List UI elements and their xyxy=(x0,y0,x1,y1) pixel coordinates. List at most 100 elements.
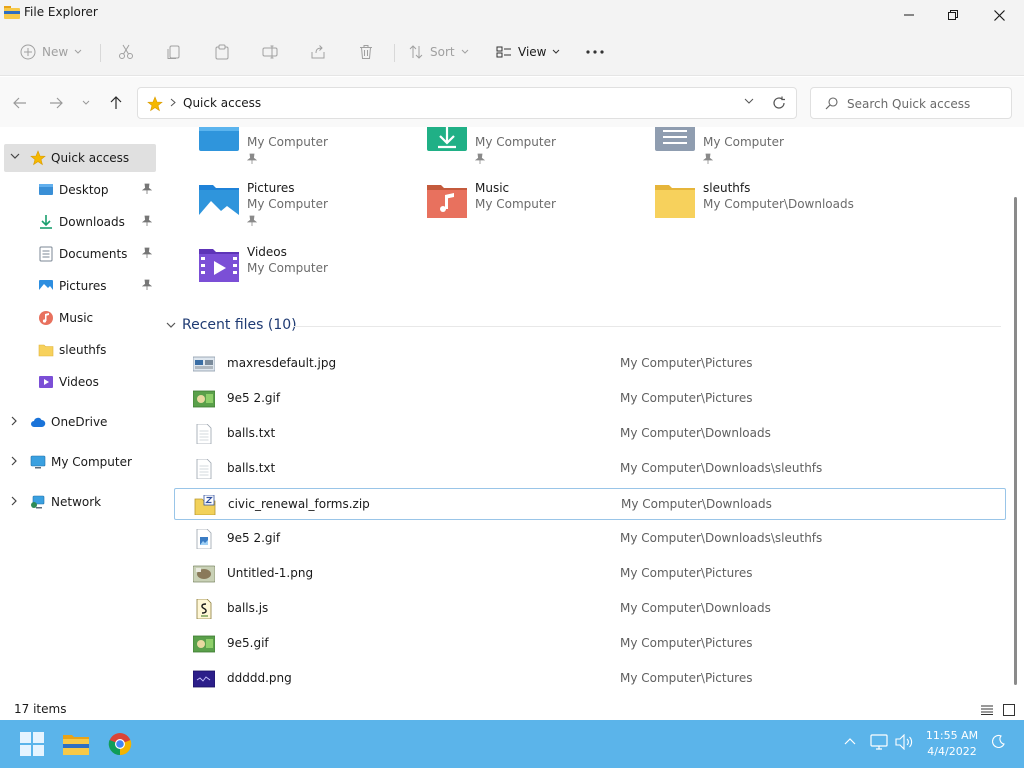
trash-icon xyxy=(360,45,372,59)
folder-tile-sleuthfs[interactable]: sleuthfs My Computer\Downloads xyxy=(653,181,873,237)
file-row[interactable]: 9e5.gif My Computer\Pictures xyxy=(174,628,1006,660)
vertical-scrollbar[interactable] xyxy=(1014,127,1018,700)
sidebar-item-music[interactable]: Music xyxy=(4,304,156,332)
taskbar-chrome[interactable] xyxy=(106,730,134,758)
network-status-icon[interactable] xyxy=(870,734,888,750)
image-file-icon xyxy=(193,670,215,688)
folder-location: My Computer xyxy=(247,261,328,275)
recent-files-header[interactable]: Recent files (10) xyxy=(166,317,297,333)
maximize-button[interactable] xyxy=(930,0,976,30)
chevron-right-icon[interactable] xyxy=(10,416,18,426)
back-button[interactable] xyxy=(10,93,30,113)
search-input[interactable] xyxy=(847,94,1007,114)
copy-button[interactable] xyxy=(166,38,182,66)
view-label: View xyxy=(518,45,547,59)
chevron-right-icon[interactable] xyxy=(10,456,18,466)
file-name: maxresdefault.jpg xyxy=(227,356,337,370)
chevron-down-icon[interactable] xyxy=(10,152,20,160)
chevron-down-icon xyxy=(461,49,468,54)
file-name: balls.txt xyxy=(227,426,276,440)
address-bar[interactable]: Quick access xyxy=(137,87,797,119)
sidebar-item-quick-access[interactable]: Quick access xyxy=(4,144,156,172)
file-row[interactable]: maxresdefault.jpg My Computer\Pictures xyxy=(174,348,1006,380)
chrome-icon xyxy=(108,733,132,756)
forward-button[interactable] xyxy=(46,93,66,113)
file-row[interactable]: 9e5 2.gif My Computer\Downloads\sleuthfs xyxy=(174,523,1006,555)
folder-location: My Computer xyxy=(247,135,328,149)
up-button[interactable] xyxy=(106,93,126,113)
image-file-icon xyxy=(193,565,215,583)
file-row[interactable]: balls.txt My Computer\Downloads xyxy=(174,418,1006,450)
file-row[interactable]: Untitled-1.png My Computer\Pictures xyxy=(174,558,1006,590)
tiles-view-icon xyxy=(1003,704,1015,716)
notification-icon[interactable] xyxy=(990,734,1006,750)
sidebar-item-network[interactable]: Network xyxy=(4,488,156,516)
volume-icon[interactable] xyxy=(895,734,913,750)
gif-file-icon xyxy=(193,390,215,408)
cut-button[interactable] xyxy=(118,38,134,66)
folder-tile-desktop[interactable]: My Computer xyxy=(197,127,417,179)
more-options-button[interactable] xyxy=(586,38,604,66)
delete-button[interactable] xyxy=(358,38,374,66)
minimize-button[interactable] xyxy=(886,0,932,30)
windows-logo-icon xyxy=(20,732,44,756)
documents-folder-icon xyxy=(655,127,695,151)
rename-icon xyxy=(262,45,278,59)
scrollbar-thumb[interactable] xyxy=(1014,197,1017,685)
ellipsis-icon xyxy=(586,50,604,54)
folder-location: My Computer xyxy=(247,197,328,211)
sidebar-item-videos[interactable]: Videos xyxy=(4,368,156,396)
sidebar-item-desktop[interactable]: Desktop xyxy=(4,176,156,204)
close-icon xyxy=(993,9,1005,21)
file-row[interactable]: 9e5 2.gif My Computer\Pictures xyxy=(174,383,1006,415)
folder-name: Pictures xyxy=(247,181,295,195)
tiles-view-button[interactable] xyxy=(1000,701,1018,719)
folder-tile-downloads[interactable]: My Computer xyxy=(425,127,645,179)
details-view-icon xyxy=(981,705,993,715)
folder-tile-documents[interactable]: My Computer xyxy=(653,127,873,179)
new-button[interactable]: New xyxy=(20,38,82,66)
sidebar-item-sleuthfs[interactable]: sleuthfs xyxy=(4,336,156,364)
folder-location: My Computer xyxy=(475,197,556,211)
details-view-button[interactable] xyxy=(978,701,996,719)
text-file-icon xyxy=(196,459,212,479)
folder-location: My Computer xyxy=(703,135,784,149)
file-location: My Computer\Downloads\sleuthfs xyxy=(620,531,823,545)
file-row[interactable]: ddddd.png My Computer\Pictures xyxy=(174,663,1006,695)
file-row[interactable]: civic_renewal_forms.zip My Computer\Down… xyxy=(174,488,1006,520)
taskbar-clock[interactable]: 11:55 AM 4/4/2022 xyxy=(916,728,988,760)
chevron-right-icon[interactable] xyxy=(10,496,18,506)
folder-tile-videos[interactable]: Videos My Computer xyxy=(197,245,417,301)
taskbar-file-explorer[interactable] xyxy=(62,730,90,758)
file-row[interactable]: balls.txt My Computer\Downloads\sleuthfs xyxy=(174,453,1006,485)
paste-button[interactable] xyxy=(214,38,230,66)
sidebar-item-onedrive[interactable]: OneDrive xyxy=(4,408,156,436)
folder-tile-music[interactable]: Music My Computer xyxy=(425,181,645,237)
sidebar-item-pictures[interactable]: Pictures xyxy=(4,272,156,300)
address-path[interactable]: Quick access xyxy=(183,96,261,110)
status-bar: 17 items xyxy=(0,700,1024,720)
chevron-down-icon[interactable] xyxy=(744,97,754,105)
yellow-folder-icon xyxy=(655,185,695,218)
folder-tile-pictures[interactable]: Pictures My Computer xyxy=(197,181,417,237)
share-button[interactable] xyxy=(310,38,326,66)
close-button[interactable] xyxy=(976,0,1022,30)
refresh-icon[interactable] xyxy=(772,96,786,110)
sidebar-item-my-computer[interactable]: My Computer xyxy=(4,448,156,476)
star-icon xyxy=(30,150,46,166)
sort-button[interactable]: Sort xyxy=(408,38,469,66)
chevron-up-icon[interactable] xyxy=(844,737,856,745)
arrow-up-icon xyxy=(110,96,122,109)
recent-locations-button[interactable] xyxy=(76,93,96,113)
sidebar-item-downloads[interactable]: Downloads xyxy=(4,208,156,236)
start-button[interactable] xyxy=(18,730,46,758)
sidebar-item-label: Desktop xyxy=(59,183,109,197)
sidebar-item-documents[interactable]: Documents xyxy=(4,240,156,268)
view-button[interactable]: View xyxy=(496,38,560,66)
chevron-down-icon xyxy=(82,100,90,105)
pin-icon xyxy=(142,183,152,194)
file-row[interactable]: balls.js My Computer\Downloads xyxy=(174,593,1006,625)
rename-button[interactable] xyxy=(262,38,278,66)
file-name: 9e5 2.gif xyxy=(227,391,281,405)
search-box[interactable] xyxy=(810,87,1012,119)
